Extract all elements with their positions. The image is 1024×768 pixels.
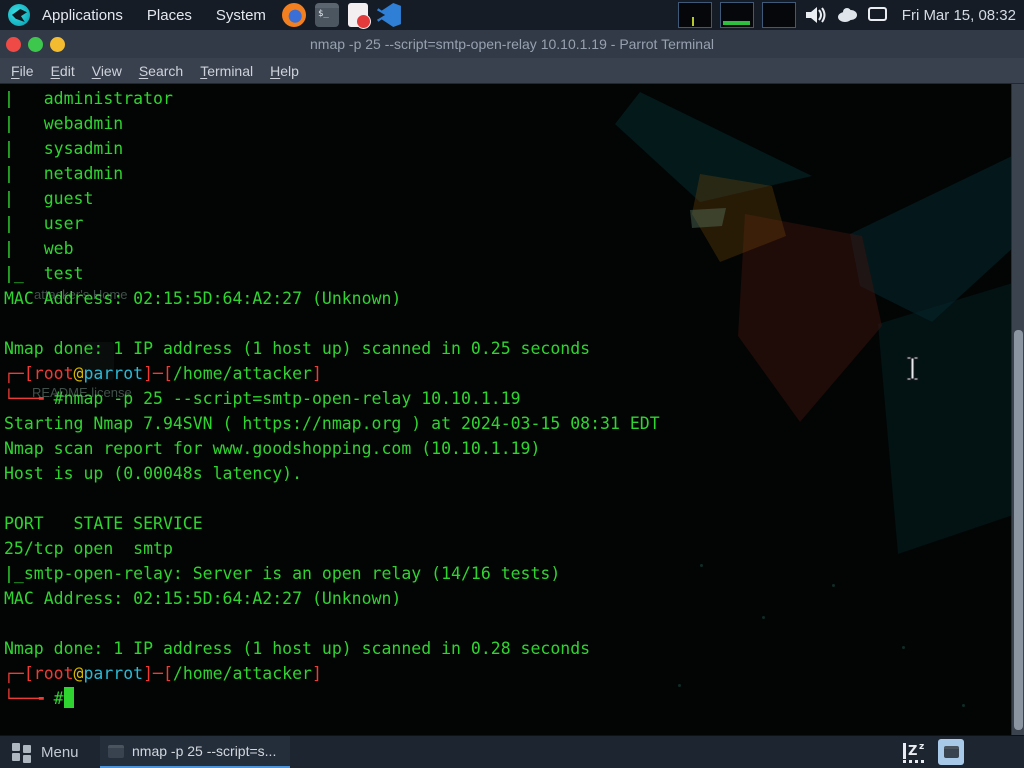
cpu-graph-icon[interactable] bbox=[678, 2, 712, 28]
window-title: nmap -p 25 --script=smtp-open-relay 10.1… bbox=[0, 36, 1024, 52]
display-icon[interactable] bbox=[868, 7, 888, 23]
terminal-line: ┌─[root@parrot]─[/home/attacker] bbox=[4, 661, 660, 686]
firefox-icon[interactable] bbox=[282, 3, 306, 27]
terminal-line: 25/tcp open smtp bbox=[4, 536, 660, 561]
terminal-line: |_smtp-open-relay: Server is an open rel… bbox=[4, 561, 660, 586]
menubar-item-help[interactable]: Help bbox=[270, 63, 299, 79]
taskbar-task-button[interactable]: nmap -p 25 --script=s... bbox=[100, 736, 290, 768]
terminal-line: Nmap done: 1 IP address (1 host up) scan… bbox=[4, 336, 660, 361]
weather-cloud-icon[interactable] bbox=[836, 6, 860, 24]
terminal-viewport[interactable]: attacker's Home README.license | adminis… bbox=[0, 84, 1024, 735]
taskbar-menu-button[interactable]: Menu bbox=[0, 736, 93, 768]
mouse-ibeam-cursor bbox=[905, 356, 921, 382]
terminal-cursor bbox=[64, 687, 74, 708]
terminal-icon bbox=[108, 745, 124, 758]
terminal-line: └──╼ # bbox=[4, 686, 660, 711]
terminal-window: nmap -p 25 --script=smtp-open-relay 10.1… bbox=[0, 30, 1024, 735]
terminal-line: └──╼ #nmap -p 25 --script=smtp-open-rela… bbox=[4, 386, 660, 411]
desktop-root: Applications Places System $_ bbox=[0, 0, 1024, 768]
terminal-line: | webadmin bbox=[4, 111, 660, 136]
taskbar-tray: Zz bbox=[902, 739, 1024, 765]
taskbar: Menu nmap -p 25 --script=s... Zz bbox=[0, 735, 1024, 768]
terminal-icon bbox=[944, 746, 959, 758]
menubar-item-edit[interactable]: Edit bbox=[51, 63, 75, 79]
menubar-item-search[interactable]: Search bbox=[139, 63, 183, 79]
text-editor-icon[interactable] bbox=[348, 3, 368, 27]
clock[interactable]: Fri Mar 15, 08:32 bbox=[902, 7, 1016, 24]
top-panel: Applications Places System $_ bbox=[0, 0, 1024, 30]
terminal-line: Host is up (0.00048s latency). bbox=[4, 461, 660, 486]
terminal-line bbox=[4, 311, 660, 336]
terminal-line: Starting Nmap 7.94SVN ( https://nmap.org… bbox=[4, 411, 660, 436]
terminal-line: Nmap done: 1 IP address (1 host up) scan… bbox=[4, 636, 660, 661]
terminal-line: | guest bbox=[4, 186, 660, 211]
panel-launchers: $_ bbox=[282, 3, 401, 27]
terminal-launcher-icon[interactable]: $_ bbox=[315, 3, 339, 27]
terminal-menubar: File Edit View Search Terminal Help bbox=[0, 58, 1024, 84]
terminal-line bbox=[4, 611, 660, 636]
terminal-line: | web bbox=[4, 236, 660, 261]
panel-menu-places[interactable]: Places bbox=[145, 5, 194, 26]
parrot-os-logo-icon[interactable] bbox=[8, 4, 30, 26]
panel-menus: Applications Places System bbox=[40, 5, 268, 26]
panel-menu-system[interactable]: System bbox=[214, 5, 268, 26]
terminal-line: | netadmin bbox=[4, 161, 660, 186]
menu-grid-icon bbox=[12, 742, 32, 762]
network-graph-icon[interactable] bbox=[762, 2, 796, 28]
terminal-output: | administrator| webadmin| sysadmin| net… bbox=[4, 86, 660, 711]
terminal-line: |_ test bbox=[4, 261, 660, 286]
vscode-icon[interactable] bbox=[377, 3, 401, 27]
window-titlebar[interactable]: nmap -p 25 --script=smtp-open-relay 10.1… bbox=[0, 30, 1024, 58]
terminal-line bbox=[4, 486, 660, 511]
terminal-line: | administrator bbox=[4, 86, 660, 111]
taskbar-menu-label: Menu bbox=[41, 744, 79, 761]
scrollbar-thumb[interactable] bbox=[1014, 330, 1023, 730]
terminal-line: | sysadmin bbox=[4, 136, 660, 161]
terminal-line: MAC Address: 02:15:5D:64:A2:27 (Unknown) bbox=[4, 586, 660, 611]
terminal-line: | user bbox=[4, 211, 660, 236]
menubar-item-view[interactable]: View bbox=[92, 63, 122, 79]
terminal-scrollbar[interactable] bbox=[1011, 84, 1024, 735]
zzz-notification-icon[interactable]: Zz bbox=[902, 741, 928, 763]
terminal-line: MAC Address: 02:15:5D:64:A2:27 (Unknown) bbox=[4, 286, 660, 311]
panel-tray: Fri Mar 15, 08:32 bbox=[678, 2, 1024, 28]
active-tray-terminal-icon[interactable] bbox=[938, 739, 964, 765]
panel-menu-applications[interactable]: Applications bbox=[40, 5, 125, 26]
terminal-line: Nmap scan report for www.goodshopping.co… bbox=[4, 436, 660, 461]
terminal-line: ┌─[root@parrot]─[/home/attacker] bbox=[4, 361, 660, 386]
menubar-item-terminal[interactable]: Terminal bbox=[200, 63, 253, 79]
menubar-item-file[interactable]: File bbox=[11, 63, 34, 79]
memory-graph-icon[interactable] bbox=[720, 2, 754, 28]
terminal-line: PORT STATE SERVICE bbox=[4, 511, 660, 536]
taskbar-task-label: nmap -p 25 --script=s... bbox=[132, 743, 276, 759]
speaker-icon[interactable] bbox=[804, 5, 828, 25]
